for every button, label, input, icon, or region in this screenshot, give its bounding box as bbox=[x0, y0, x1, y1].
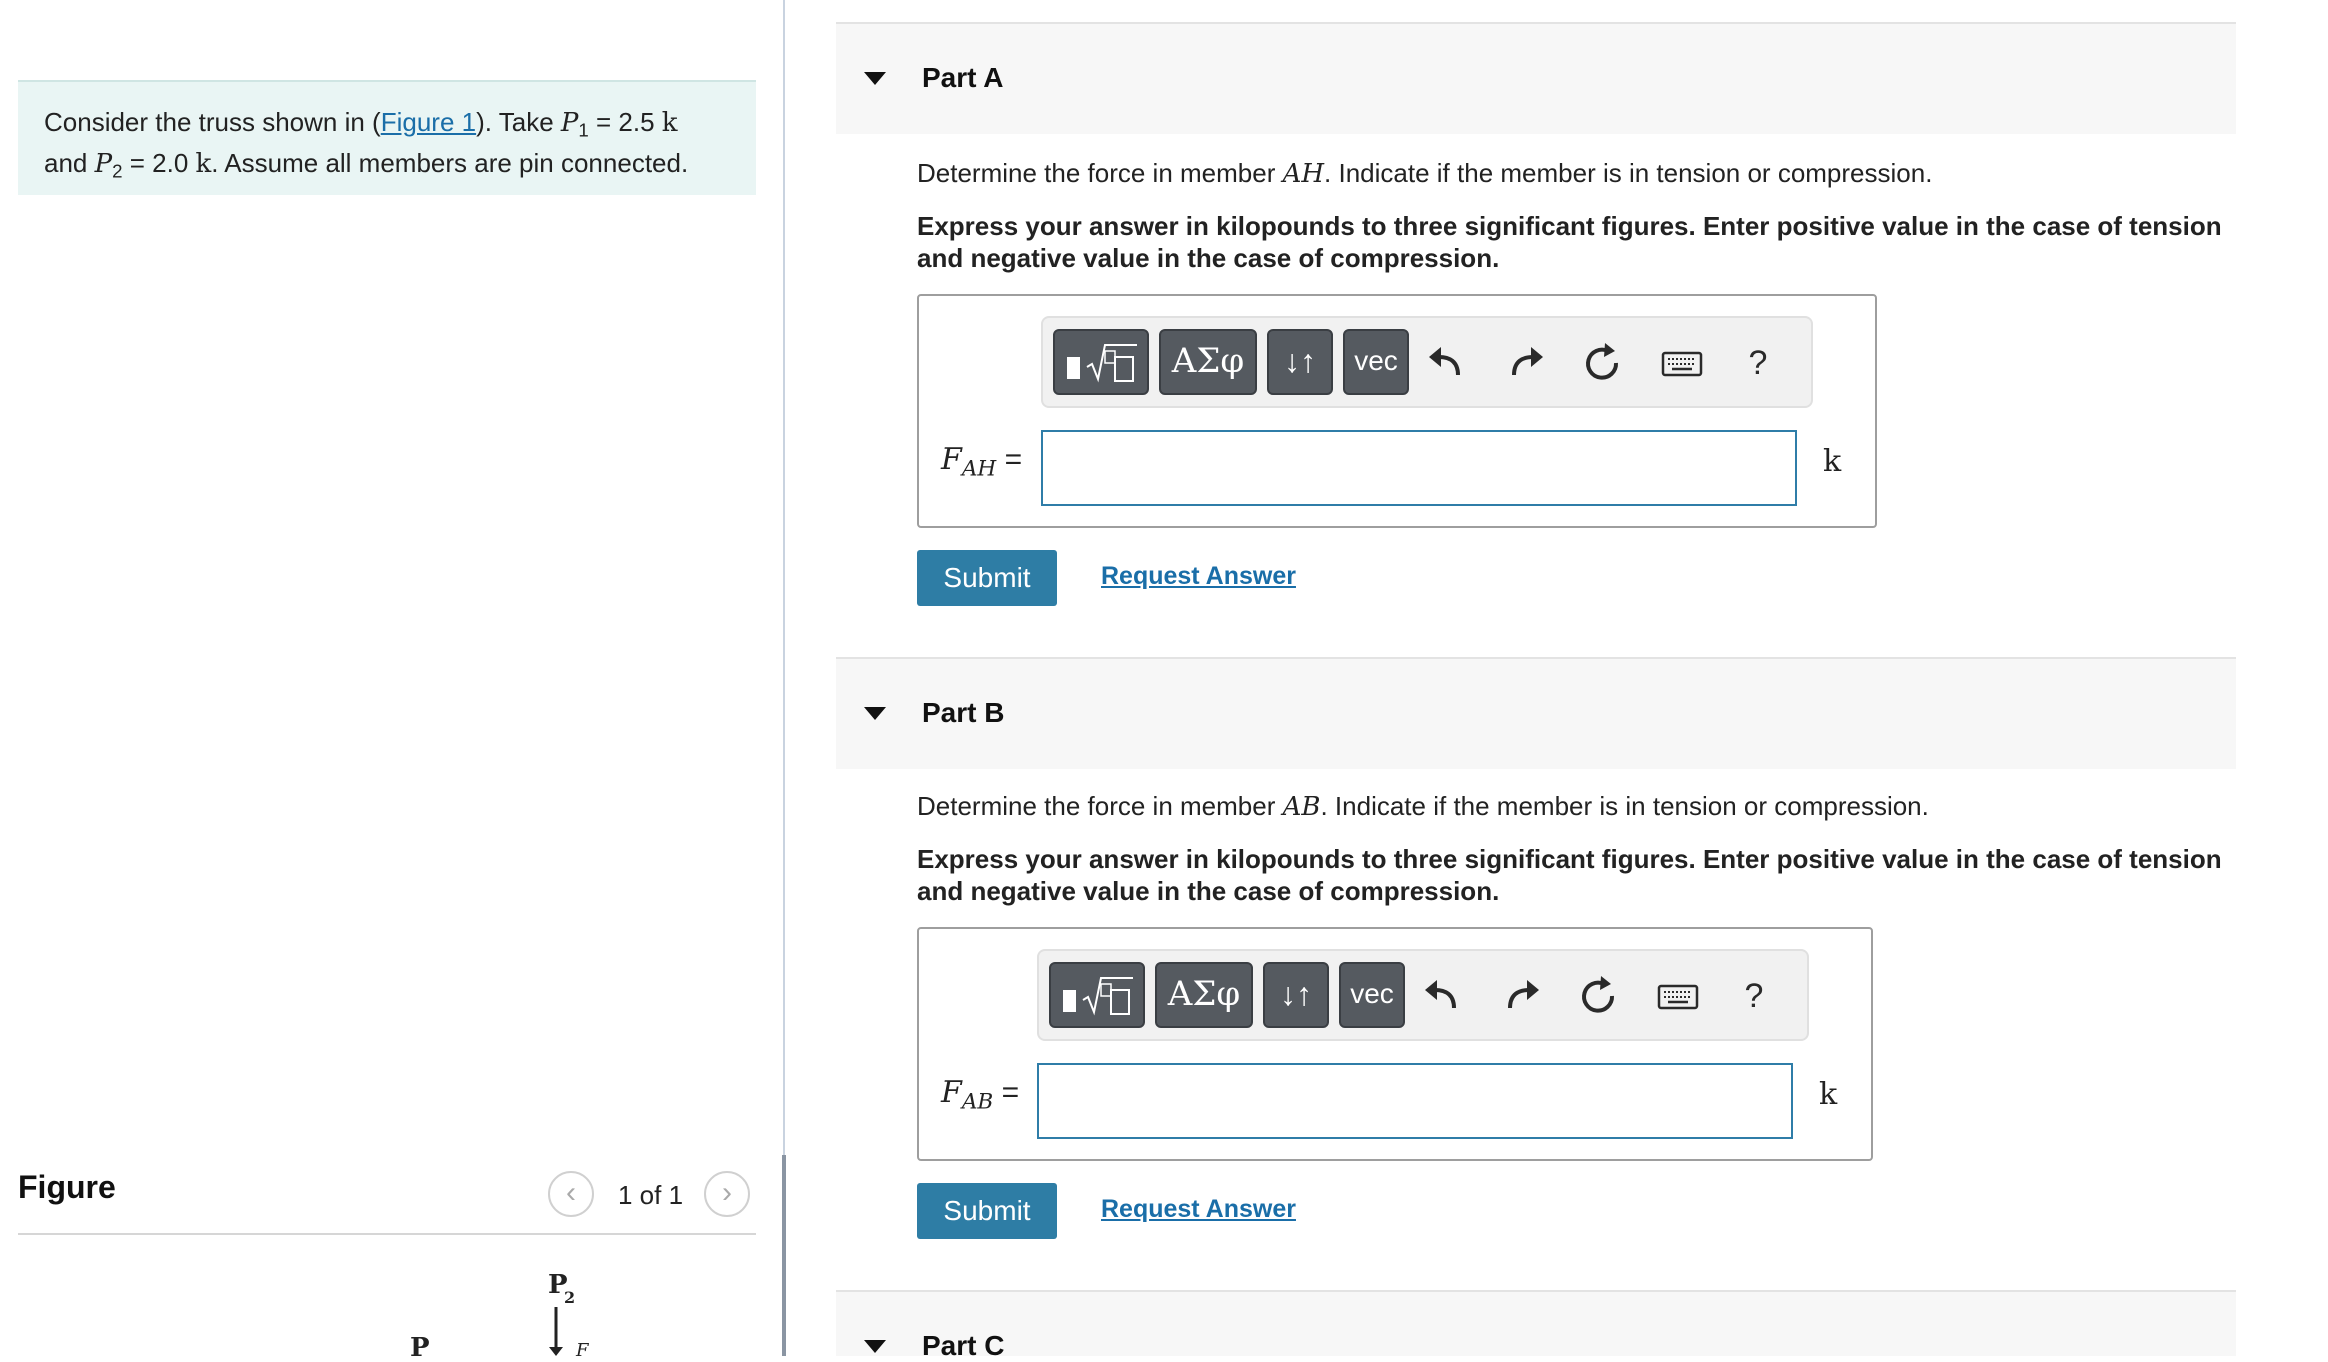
chevron-right-icon: › bbox=[722, 1176, 732, 1209]
figure-prev-button[interactable]: ‹ bbox=[548, 1171, 594, 1217]
figure-label-p2-sub: 2 bbox=[564, 1288, 575, 1307]
part-a-member: AH bbox=[1282, 159, 1325, 189]
help-button[interactable]: ? bbox=[1727, 968, 1781, 1024]
problem-text-1: Consider the truss shown in ( bbox=[44, 107, 381, 137]
keyboard-button[interactable] bbox=[1655, 335, 1709, 391]
part-a-header[interactable]: Part A bbox=[836, 22, 2236, 134]
templates-icon bbox=[1063, 977, 1133, 1016]
part-a-field-label: FAH = bbox=[941, 442, 1022, 481]
figure-counter: 1 of 1 bbox=[618, 1180, 684, 1210]
greek-symbols-button[interactable]: ΑΣφ bbox=[1155, 962, 1253, 1028]
undo-icon bbox=[1429, 347, 1460, 376]
caret-down-icon bbox=[864, 707, 886, 720]
p2-subscript: 2 bbox=[112, 160, 123, 182]
figure-header: Figure ‹ 1 of 1 › bbox=[18, 1165, 756, 1235]
part-b-answer-input[interactable] bbox=[1037, 1063, 1793, 1139]
problem-text-3: and bbox=[44, 147, 95, 178]
keyboard-icon bbox=[1657, 984, 1699, 1010]
part-b-field-label: FAB = bbox=[941, 1075, 1019, 1114]
reset-icon bbox=[1582, 976, 1615, 1013]
part-b-field-sub: AB bbox=[961, 1089, 994, 1115]
p1-subscript: 1 bbox=[578, 119, 589, 141]
part-b-header[interactable]: Part B bbox=[836, 657, 2236, 769]
caret-down-icon bbox=[864, 72, 886, 85]
truss-figure[interactable]: P 2 P F bbox=[380, 1255, 620, 1356]
part-b-math-toolbar: ΑΣφ ↓↑ vec ? bbox=[1037, 949, 1809, 1041]
greek-symbols-button[interactable]: ΑΣφ bbox=[1159, 329, 1257, 395]
undo-icon bbox=[1425, 980, 1456, 1009]
part-b-request-answer-link[interactable]: Request Answer bbox=[1101, 1195, 1296, 1224]
part-a-submit-button[interactable]: Submit bbox=[917, 550, 1057, 606]
part-b-question-text: Determine the force in member bbox=[917, 791, 1283, 821]
help-button[interactable]: ? bbox=[1731, 335, 1785, 391]
undo-button[interactable] bbox=[1417, 968, 1471, 1024]
figure-next-button[interactable]: › bbox=[704, 1171, 750, 1217]
panel-divider[interactable] bbox=[783, 0, 785, 1356]
part-b-member: AB bbox=[1282, 792, 1321, 822]
templates-button[interactable] bbox=[1053, 329, 1149, 395]
part-a-question-end: . Indicate if the member is in tension o… bbox=[1324, 158, 1933, 188]
part-b-instruction: Express your answer in kilopounds to thr… bbox=[917, 844, 2222, 906]
p1-symbol: P bbox=[560, 108, 579, 138]
part-b-field-symbol: F bbox=[941, 1075, 962, 1110]
reset-button[interactable] bbox=[1575, 335, 1629, 391]
arrows-button[interactable]: ↓↑ bbox=[1263, 962, 1329, 1028]
templates-button[interactable] bbox=[1049, 962, 1145, 1028]
arrowhead-icon bbox=[549, 1347, 563, 1356]
part-a-request-answer-link[interactable]: Request Answer bbox=[1101, 562, 1296, 591]
arrows-button[interactable]: ↓↑ bbox=[1267, 329, 1333, 395]
figure-label-f: F bbox=[575, 1340, 590, 1356]
keyboard-button[interactable] bbox=[1651, 968, 1705, 1024]
part-a-unit: k bbox=[1823, 444, 1842, 479]
part-b-field-eq: = bbox=[993, 1076, 1020, 1109]
part-b-question: Determine the force in member AB. Indica… bbox=[917, 791, 1929, 822]
part-a-instruction: Express your answer in kilopounds to thr… bbox=[917, 211, 2222, 273]
problem-statement: Consider the truss shown in (Figure 1). … bbox=[18, 80, 756, 195]
part-a-field-symbol: F bbox=[941, 442, 962, 477]
part-a-field-eq: = bbox=[996, 443, 1023, 476]
p1-value: = 2.5 bbox=[588, 107, 662, 137]
part-b-answer-box: ΑΣφ ↓↑ vec ? FAB = k bbox=[917, 927, 1873, 1161]
part-b-title: Part B bbox=[922, 697, 1005, 728]
scrollbar-thumb[interactable] bbox=[782, 1155, 786, 1356]
reset-icon bbox=[1586, 343, 1619, 380]
part-a-question-text: Determine the force in member bbox=[917, 158, 1283, 188]
keyboard-icon bbox=[1661, 351, 1703, 377]
p2-unit: k bbox=[195, 148, 212, 179]
figure-label-p1: P bbox=[410, 1333, 430, 1356]
chevron-left-icon: ‹ bbox=[566, 1176, 576, 1209]
redo-icon bbox=[1512, 347, 1543, 376]
vector-button[interactable]: vec bbox=[1339, 962, 1405, 1028]
reset-button[interactable] bbox=[1571, 968, 1625, 1024]
figure-title: Figure bbox=[18, 1169, 116, 1205]
caret-down-icon bbox=[864, 1340, 886, 1353]
part-a-field-sub: AH bbox=[961, 456, 997, 482]
p2-symbol: P bbox=[94, 148, 113, 179]
templates-icon bbox=[1067, 344, 1137, 383]
figure-link[interactable]: Figure 1 bbox=[381, 107, 476, 137]
part-c-title: Part C bbox=[922, 1330, 1005, 1361]
p1-unit: k bbox=[661, 108, 678, 138]
part-b-unit: k bbox=[1819, 1077, 1838, 1112]
undo-button[interactable] bbox=[1421, 335, 1475, 391]
part-b-question-end: . Indicate if the member is in tension o… bbox=[1320, 791, 1929, 821]
part-a-math-toolbar: ΑΣφ ↓↑ vec ? bbox=[1041, 316, 1813, 408]
part-c-header[interactable]: Part C bbox=[836, 1290, 2236, 1361]
problem-text-2: ). Take bbox=[476, 107, 561, 137]
part-a-answer-input[interactable] bbox=[1041, 430, 1797, 506]
part-a-answer-box: ΑΣφ ↓↑ vec ? FAH = k bbox=[917, 294, 1877, 528]
redo-button[interactable] bbox=[1497, 335, 1551, 391]
left-panel: Consider the truss shown in (Figure 1). … bbox=[0, 0, 783, 1356]
redo-icon bbox=[1508, 980, 1539, 1009]
redo-button[interactable] bbox=[1493, 968, 1547, 1024]
p2-value: = 2.0 bbox=[122, 147, 196, 178]
part-a-question: Determine the force in member AH. Indica… bbox=[917, 158, 1932, 189]
vector-button[interactable]: vec bbox=[1343, 329, 1409, 395]
part-a-title: Part A bbox=[922, 62, 1004, 93]
part-b-submit-button[interactable]: Submit bbox=[917, 1183, 1057, 1239]
problem-text-4: . Assume all members are pin connected. bbox=[211, 147, 689, 178]
